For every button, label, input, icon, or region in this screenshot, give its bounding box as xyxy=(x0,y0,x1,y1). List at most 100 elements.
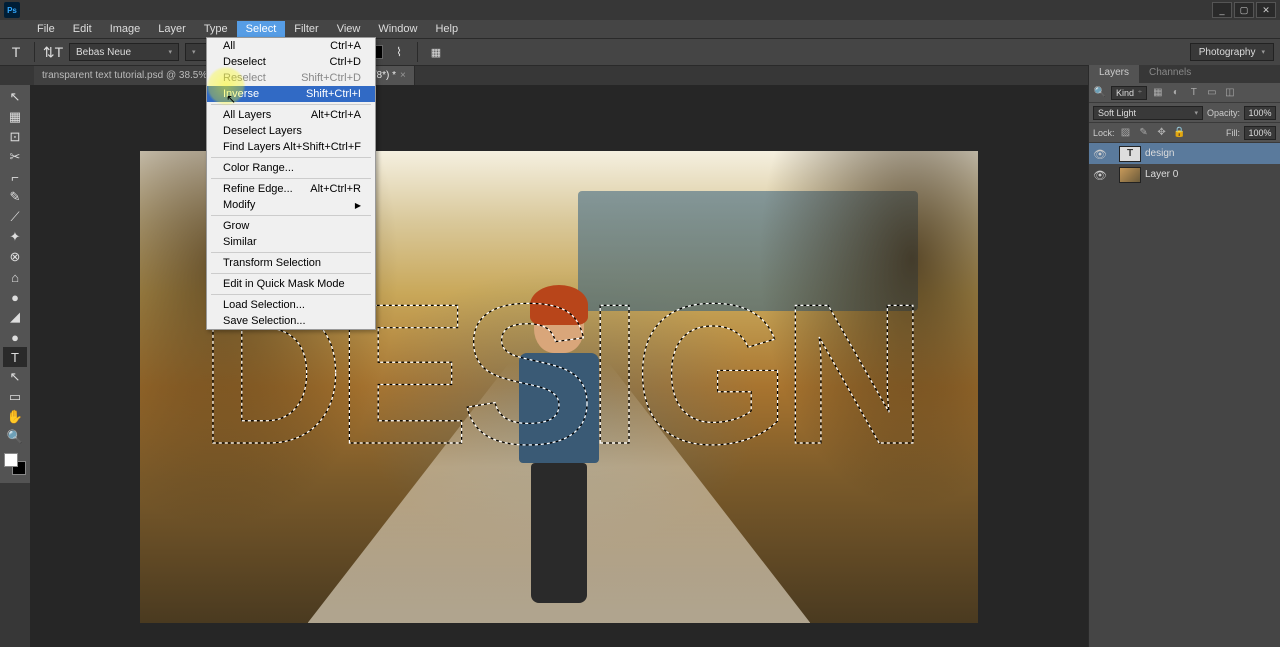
close-tab-icon[interactable]: × xyxy=(400,70,406,81)
tool-9[interactable]: ⌂ xyxy=(3,267,27,287)
chevron-down-icon: ▾ xyxy=(1261,48,1265,56)
app-logo: Ps xyxy=(4,2,20,18)
tool-6[interactable]: ⟋ xyxy=(3,207,27,227)
tool-2[interactable]: ⊡ xyxy=(3,127,27,147)
tool-3[interactable]: ✂ xyxy=(3,147,27,167)
menu-select[interactable]: Select xyxy=(237,21,286,37)
warp-text-icon[interactable]: ⌇ xyxy=(389,42,409,62)
tool-14[interactable]: ↖ xyxy=(3,367,27,387)
workspace-select[interactable]: Photography ▾ xyxy=(1190,43,1274,61)
menu-item-save-selection-[interactable]: Save Selection... xyxy=(207,313,375,329)
panel-tab-layers[interactable]: Layers xyxy=(1089,65,1139,83)
lock-position-icon[interactable]: ✥ xyxy=(1155,126,1169,140)
menubar: FileEditImageLayerTypeSelectFilterViewWi… xyxy=(0,20,1280,38)
layer-thumb xyxy=(1119,167,1141,183)
filter-text-icon[interactable]: T xyxy=(1187,86,1201,100)
document-tab[interactable]: transparent text tutorial.psd @ 38.5%× xyxy=(34,66,226,85)
chevron-down-icon: ▾ xyxy=(168,48,172,56)
font-family-value: Bebas Neue xyxy=(76,47,131,58)
menu-window[interactable]: Window xyxy=(369,21,426,37)
menu-item-refine-edge-[interactable]: Refine Edge...Alt+Ctrl+R xyxy=(207,181,375,197)
menu-image[interactable]: Image xyxy=(101,21,150,37)
lock-all-icon[interactable]: 🔒 xyxy=(1173,126,1187,140)
tool-13[interactable]: T xyxy=(3,347,27,367)
tool-17[interactable]: 🔍 xyxy=(3,427,27,447)
menu-edit[interactable]: Edit xyxy=(64,21,101,37)
menu-item-modify[interactable]: Modify▶ xyxy=(207,197,375,213)
layer-thumb: T xyxy=(1119,146,1141,162)
tool-10[interactable]: ● xyxy=(3,287,27,307)
blend-mode-value: Soft Light xyxy=(1098,108,1136,118)
visibility-icon[interactable]: 👁 xyxy=(1093,169,1105,181)
menu-item-find-layers[interactable]: Find LayersAlt+Shift+Ctrl+F xyxy=(207,139,375,155)
menu-view[interactable]: View xyxy=(328,21,370,37)
menu-filter[interactable]: Filter xyxy=(285,21,327,37)
menu-item-load-selection-[interactable]: Load Selection... xyxy=(207,297,375,313)
menu-item-deselect[interactable]: DeselectCtrl+D xyxy=(207,54,375,70)
panel-tabs: LayersChannels xyxy=(1089,65,1280,83)
lock-label: Lock: xyxy=(1093,128,1115,138)
titlebar: Ps _ ▢ ✕ xyxy=(0,0,1280,20)
tool-0[interactable]: ↖ xyxy=(3,87,27,107)
layers-list: 👁 Tdesign 👁Layer 0 xyxy=(1089,143,1280,647)
character-panel-icon[interactable]: ▦ xyxy=(426,42,446,62)
tool-16[interactable]: ✋ xyxy=(3,407,27,427)
menu-item-edit-in-quick-mask-mode[interactable]: Edit in Quick Mask Mode xyxy=(207,276,375,292)
tool-7[interactable]: ✦ xyxy=(3,227,27,247)
layer-row[interactable]: 👁 Tdesign xyxy=(1089,143,1280,164)
menu-item-grow[interactable]: Grow xyxy=(207,218,375,234)
canvas-area: DESIGN DESIGN xyxy=(30,85,1088,647)
tool-11[interactable]: ◢ xyxy=(3,307,27,327)
lock-row: Lock: ▨ ✎ ✥ 🔒 Fill: xyxy=(1089,123,1280,143)
tool-1[interactable]: ▦ xyxy=(3,107,27,127)
filter-shape-icon[interactable]: ▭ xyxy=(1205,86,1219,100)
kind-label: Kind xyxy=(1116,88,1134,98)
color-swatches[interactable] xyxy=(4,453,26,475)
tool-15[interactable]: ▭ xyxy=(3,387,27,407)
text-tool-icon: T xyxy=(6,42,26,62)
panel-tab-channels[interactable]: Channels xyxy=(1139,65,1201,83)
options-bar: T ⇅T Bebas Neue ▾ ▾ Sharp ▾ ⌇ ▦ Photogra… xyxy=(0,38,1280,66)
layer-name: design xyxy=(1145,148,1174,159)
kind-filter-select[interactable]: Kind ÷ xyxy=(1111,86,1147,100)
filter-pixel-icon[interactable]: ▦ xyxy=(1151,86,1165,100)
menu-item-inverse[interactable]: InverseShift+Ctrl+I xyxy=(207,86,375,102)
chevron-down-icon: ÷ xyxy=(1138,89,1142,96)
blend-row: Soft Light ▾ Opacity: xyxy=(1089,103,1280,123)
search-icon[interactable]: 🔍 xyxy=(1093,86,1107,100)
close-button[interactable]: ✕ xyxy=(1256,2,1276,18)
tool-4[interactable]: ⌐ xyxy=(3,167,27,187)
fill-label: Fill: xyxy=(1226,128,1240,138)
filter-adj-icon[interactable]: ◐ xyxy=(1169,86,1183,100)
toolbox: ↖▦⊡✂⌐✎⟋✦⊗⌂●◢●T↖▭✋🔍 xyxy=(0,85,30,483)
opacity-input[interactable] xyxy=(1244,106,1276,120)
menu-item-all[interactable]: AllCtrl+A xyxy=(207,38,375,54)
workspace-value: Photography xyxy=(1199,47,1256,58)
menu-file[interactable]: File xyxy=(28,21,64,37)
text-orientation-icon[interactable]: ⇅T xyxy=(43,42,63,62)
menu-item-reselect: ReselectShift+Ctrl+D xyxy=(207,70,375,86)
menu-help[interactable]: Help xyxy=(426,21,467,37)
tool-5[interactable]: ✎ xyxy=(3,187,27,207)
lock-transparent-icon[interactable]: ▨ xyxy=(1119,126,1133,140)
menu-item-transform-selection[interactable]: Transform Selection xyxy=(207,255,375,271)
layer-row[interactable]: 👁Layer 0 xyxy=(1089,164,1280,185)
tool-12[interactable]: ● xyxy=(3,327,27,347)
panels-sidebar: LayersChannels 🔍 Kind ÷ ▦ ◐ T ▭ ◫ Soft L… xyxy=(1088,65,1280,647)
menu-item-similar[interactable]: Similar xyxy=(207,234,375,250)
font-family-select[interactable]: Bebas Neue ▾ xyxy=(69,43,179,61)
blend-mode-select[interactable]: Soft Light ▾ xyxy=(1093,106,1203,120)
maximize-button[interactable]: ▢ xyxy=(1234,2,1254,18)
menu-type[interactable]: Type xyxy=(195,21,237,37)
menu-item-deselect-layers[interactable]: Deselect Layers xyxy=(207,123,375,139)
menu-item-all-layers[interactable]: All LayersAlt+Ctrl+A xyxy=(207,107,375,123)
lock-pixels-icon[interactable]: ✎ xyxy=(1137,126,1151,140)
tool-8[interactable]: ⊗ xyxy=(3,247,27,267)
menu-layer[interactable]: Layer xyxy=(149,21,195,37)
filter-smart-icon[interactable]: ◫ xyxy=(1223,86,1237,100)
visibility-icon[interactable]: 👁 xyxy=(1093,148,1105,160)
opacity-label: Opacity: xyxy=(1207,108,1240,118)
fill-input[interactable] xyxy=(1244,126,1276,140)
menu-item-color-range-[interactable]: Color Range... xyxy=(207,160,375,176)
minimize-button[interactable]: _ xyxy=(1212,2,1232,18)
